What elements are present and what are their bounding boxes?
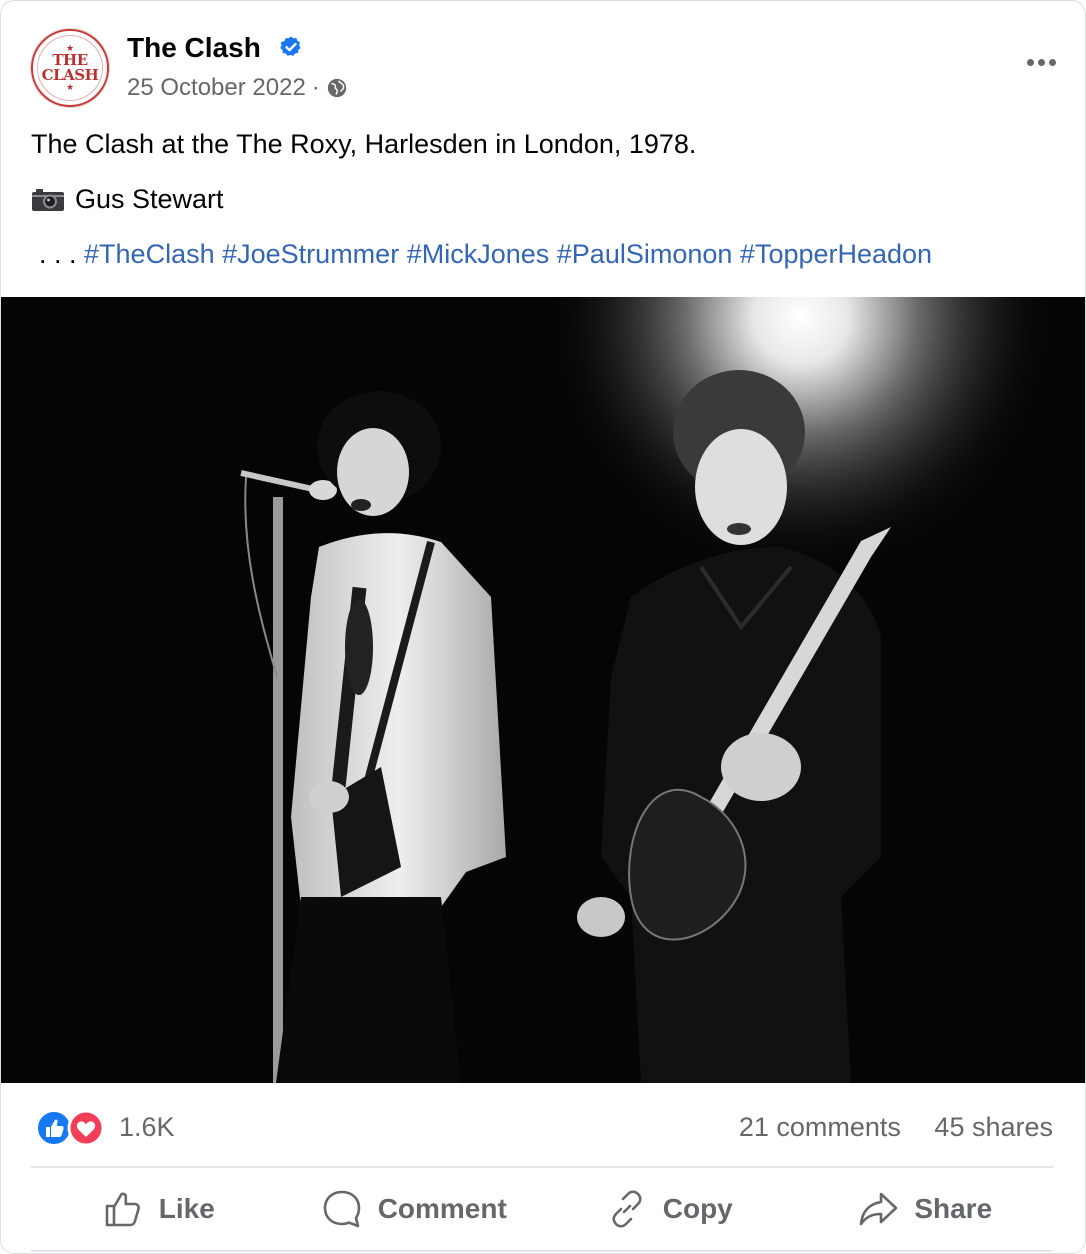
reaction-icons[interactable] [35, 1109, 109, 1147]
copy-button[interactable]: Copy [542, 1169, 798, 1249]
page-avatar[interactable]: ★ THE CLASH ★ [31, 29, 109, 107]
hashtag-link[interactable]: #PaulSimonon [557, 239, 733, 269]
thumbs-up-icon [105, 1192, 140, 1227]
comments-count[interactable]: 21 comments [739, 1112, 901, 1142]
more-options-icon[interactable] [1021, 47, 1061, 77]
share-label: Share [914, 1193, 993, 1224]
hashtag-line: . . . #TheClash #JoeStrummer #MickJones … [39, 235, 932, 273]
link-icon [612, 1190, 642, 1228]
shares-count[interactable]: 45 shares [934, 1112, 1053, 1142]
divider [31, 1250, 1053, 1252]
like-label: Like [158, 1193, 215, 1224]
action-bar: Like Comment Copy Share [31, 1169, 1053, 1249]
page-name[interactable]: The Clash [127, 31, 261, 65]
ellipsis: . . . [39, 239, 77, 269]
camera-icon [32, 189, 64, 211]
share-button[interactable]: Share [798, 1169, 1054, 1249]
like-reaction-icon [36, 1110, 72, 1146]
comment-icon [323, 1190, 360, 1228]
post-card: ★ THE CLASH ★ The Clash 25 October 2022 … [0, 0, 1086, 1254]
post-header: ★ THE CLASH ★ The Clash 25 October 2022 … [31, 25, 1061, 109]
post-photo[interactable] [1, 297, 1085, 1083]
engagement-stats: 1.6K 21 comments 45 shares [35, 1105, 1053, 1149]
reactions-count[interactable]: 1.6K [119, 1109, 175, 1145]
logo-text-bottom: CLASH [41, 66, 99, 84]
post-meta: 25 October 2022 · [127, 73, 348, 103]
concert-photo [1, 297, 1085, 1083]
verified-badge-icon [280, 36, 301, 56]
credit-name: Gus Stewart [75, 184, 224, 214]
avatar-logo: ★ THE CLASH ★ [37, 35, 103, 101]
comment-button[interactable]: Comment [287, 1169, 543, 1249]
share-icon [860, 1192, 898, 1226]
hashtag-link[interactable]: #MickJones [407, 239, 550, 269]
star-icon: ★ [65, 82, 75, 92]
hashtag-link[interactable]: #TopperHeadon [740, 239, 932, 269]
copy-label: Copy [662, 1193, 733, 1224]
globe-icon [327, 78, 346, 98]
comment-label: Comment [377, 1193, 507, 1224]
post-caption: The Clash at the The Roxy, Harlesden in … [31, 129, 697, 159]
hashtag-link[interactable]: #JoeStrummer [222, 239, 399, 269]
like-button[interactable]: Like [31, 1169, 287, 1249]
post-date[interactable]: 25 October 2022 [127, 73, 306, 103]
meta-separator: · [311, 74, 320, 101]
love-reaction-icon [67, 1109, 105, 1147]
photo-credit: Gus Stewart [31, 180, 224, 218]
hashtag-link[interactable]: #TheClash [84, 239, 215, 269]
divider [31, 1166, 1053, 1168]
comments-shares: 21 comments 45 shares [739, 1109, 1053, 1145]
